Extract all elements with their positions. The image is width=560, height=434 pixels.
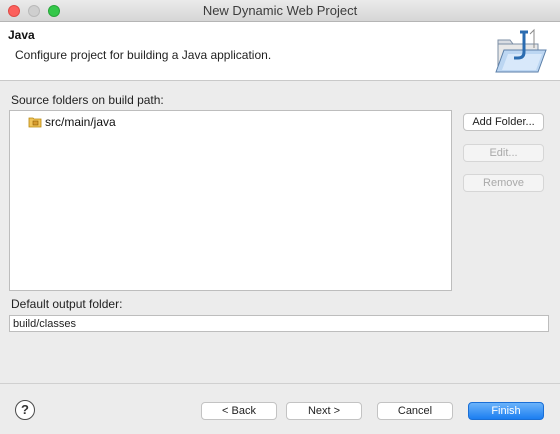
back-button[interactable]: < Back xyxy=(201,402,277,420)
footer-divider xyxy=(0,383,560,384)
window-title: New Dynamic Web Project xyxy=(202,3,358,18)
help-icon: ? xyxy=(21,402,29,417)
add-folder-button[interactable]: Add Folder... xyxy=(463,113,544,131)
window-titlebar: New Dynamic Web Project xyxy=(0,0,560,22)
finish-button[interactable]: Finish xyxy=(468,402,544,420)
list-item[interactable]: src/main/java xyxy=(28,114,116,130)
next-button[interactable]: Next > xyxy=(286,402,362,420)
output-folder-field[interactable] xyxy=(9,315,549,332)
remove-button[interactable]: Remove xyxy=(463,174,544,192)
list-item-label: src/main/java xyxy=(45,115,116,129)
source-folders-list[interactable]: src/main/java xyxy=(9,110,452,291)
cancel-button[interactable]: Cancel xyxy=(377,402,453,420)
help-button[interactable]: ? xyxy=(15,400,35,420)
source-folders-label: Source folders on build path: xyxy=(11,93,164,107)
page-description: Configure project for building a Java ap… xyxy=(15,48,272,62)
output-folder-label: Default output folder: xyxy=(11,297,123,311)
edit-button[interactable]: Edit... xyxy=(463,144,544,162)
java-folder-banner-icon xyxy=(495,28,547,73)
package-folder-icon xyxy=(28,117,42,128)
wizard-header: Java Configure project for building a Ja… xyxy=(0,22,560,81)
page-title: Java xyxy=(8,28,35,42)
